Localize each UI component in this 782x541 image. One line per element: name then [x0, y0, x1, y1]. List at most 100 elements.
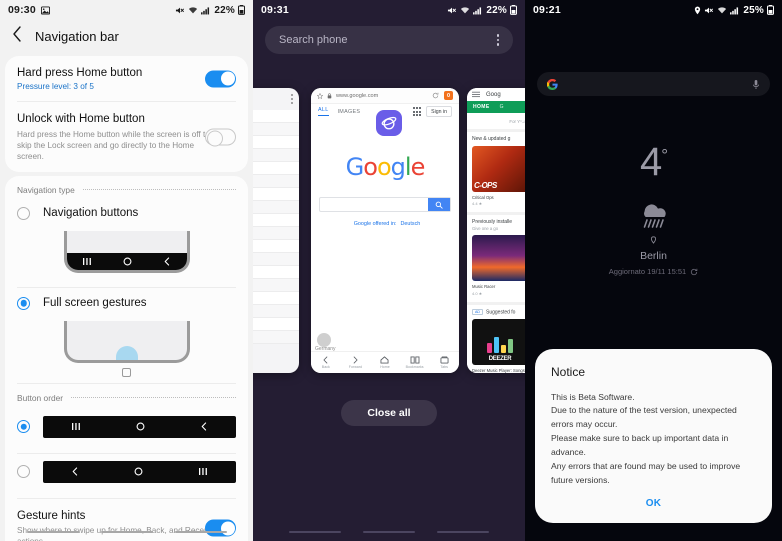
panel-navigation-bar-settings: 09:30 22% Navigation bar Hard press Home…: [0, 0, 253, 541]
gesture-hint-recents[interactable]: [26, 530, 79, 533]
button-order-option-2[interactable]: [17, 454, 236, 490]
gesture-hint-bars[interactable]: [0, 524, 253, 533]
battery-percent: 25%: [743, 4, 764, 16]
browser-bookmarks-button[interactable]: Bookmarks: [400, 356, 430, 369]
browser-bottom-bar[interactable]: Back Forward Home Bookmarks Tabs: [311, 351, 459, 373]
wifi-icon: [717, 6, 727, 15]
gesture-hint-bars[interactable]: [253, 524, 525, 533]
google-g-icon[interactable]: [547, 78, 558, 90]
microphone-icon[interactable]: [752, 79, 760, 90]
location-pin-icon: [525, 236, 782, 244]
browser-home-button[interactable]: Home: [370, 356, 400, 369]
gesture-hint-recents[interactable]: [289, 530, 341, 533]
home-icon: [123, 257, 132, 266]
back-chevron-icon[interactable]: [12, 25, 22, 47]
hamburger-icon[interactable]: [472, 91, 480, 98]
battery-percent: 22%: [214, 4, 235, 16]
home-icon: [134, 467, 143, 476]
recent-card-places[interactable]: Places: [253, 88, 299, 373]
preview-navbar: [66, 252, 187, 270]
play-tab-home[interactable]: HOME: [473, 104, 490, 110]
toggle-unlock-with-home[interactable]: [205, 128, 236, 147]
search-phone-field[interactable]: Search phone: [265, 26, 513, 54]
list-placeholder: [253, 88, 299, 344]
tab-all[interactable]: ALL: [318, 107, 329, 116]
button-order-option-1[interactable]: [17, 409, 236, 445]
app-artwork-music-racer[interactable]: [472, 235, 525, 282]
radio-full-screen-gestures[interactable]: [17, 296, 30, 310]
weather-city: Berlin: [640, 250, 667, 262]
tab-images[interactable]: IMAGES: [338, 109, 361, 115]
play-section-new-updated: New & updated g C-OPS Critical Ops 4.4 ★: [467, 129, 525, 213]
status-bar-clock: 09:30: [8, 4, 36, 16]
browser-back-button[interactable]: Back: [311, 356, 341, 369]
kebab-menu-icon[interactable]: [496, 34, 499, 46]
close-all-button[interactable]: Close all: [341, 400, 437, 426]
dialog-ok-button[interactable]: OK: [551, 488, 756, 513]
toggle-hard-press-home[interactable]: [205, 70, 236, 88]
button-order-preview-2: [43, 460, 236, 483]
avatar[interactable]: [317, 333, 331, 347]
weather-widget[interactable]: 4° Berlin Aggiornato 19/11 15:51: [525, 142, 782, 276]
offered-language-link[interactable]: Deutsch: [400, 221, 420, 227]
play-for-you-chip[interactable]: For You: [467, 113, 525, 129]
play-store-tabs[interactable]: HOME G: [467, 101, 525, 113]
battery-percent: 22%: [486, 4, 507, 16]
wifi-icon: [188, 6, 198, 15]
search-icon[interactable]: [428, 198, 450, 211]
google-search-input[interactable]: [319, 197, 451, 212]
browser-url-bar[interactable]: www.google.com 0: [311, 88, 459, 104]
kebab-menu-icon[interactable]: [291, 94, 293, 104]
tab-count-badge[interactable]: 0: [444, 91, 453, 100]
back-icon: [71, 467, 79, 476]
radio-button-order-1[interactable]: [17, 420, 30, 434]
section-header-navigation-type: Navigation type: [17, 176, 236, 201]
weather-temperature: 4°: [639, 140, 668, 184]
samsung-internet-icon[interactable]: [376, 110, 402, 136]
recent-card-play-store[interactable]: Goog HOME G For You New & updated g C-OP…: [467, 88, 525, 373]
refresh-icon[interactable]: [690, 268, 698, 276]
apps-grid-icon[interactable]: [412, 107, 422, 116]
option-label: Navigation buttons: [43, 207, 139, 220]
signal-icon: [473, 6, 483, 15]
reload-icon[interactable]: [432, 92, 439, 99]
preview-full-screen-gestures: [17, 312, 236, 377]
recents-icon: [82, 257, 92, 266]
setting-row-hard-press-home[interactable]: Hard press Home button Pressure level: 3…: [17, 56, 236, 101]
sign-in-button[interactable]: Sign in: [426, 106, 452, 117]
search-placeholder: Search phone: [279, 34, 348, 46]
rain-cloud-icon: [525, 196, 782, 230]
status-bar-icons: 25%: [694, 5, 774, 16]
setting-row-gesture-hints[interactable]: Gesture hints Show where to swipe up for…: [17, 499, 236, 541]
play-store-header: Goog: [467, 88, 525, 101]
radio-button-order-2[interactable]: [17, 465, 30, 479]
play-for-you-label: For You: [509, 119, 525, 124]
browser-back-label: Back: [321, 365, 330, 369]
dialog-title: Notice: [551, 364, 586, 379]
star-icon[interactable]: [317, 92, 323, 99]
app-artwork-critical-ops[interactable]: C-OPS: [472, 146, 525, 192]
option-navigation-buttons[interactable]: Navigation buttons: [17, 201, 236, 222]
recents-icon: [71, 422, 81, 431]
browser-forward-button[interactable]: Forward: [341, 356, 371, 369]
section-divider: [71, 397, 236, 399]
play-tab-games[interactable]: G: [500, 104, 504, 110]
play-app-name: Music Racer: [472, 284, 496, 290]
app-artwork-deezer[interactable]: DEEZER: [472, 319, 525, 366]
gesture-hint-back[interactable]: [174, 530, 227, 533]
artwork-text: C-OPS: [474, 181, 497, 190]
play-section-title: Previously installe: [472, 219, 513, 226]
back-icon: [200, 422, 208, 431]
google-search-widget[interactable]: [537, 72, 770, 96]
radio-navigation-buttons[interactable]: [17, 206, 30, 220]
battery-icon: [510, 5, 517, 15]
gesture-hint-home[interactable]: [363, 530, 415, 533]
screenshot-root: 09:30 22% Navigation bar Hard press Home…: [0, 0, 782, 541]
home-indicator-square: [64, 367, 190, 377]
gesture-hint-back[interactable]: [437, 530, 489, 533]
dialog-body: This is Beta Software. Due to the nature…: [551, 391, 741, 486]
setting-row-unlock-with-home[interactable]: Unlock with Home button Hard press the H…: [17, 101, 236, 172]
option-full-screen-gestures[interactable]: Full screen gestures: [17, 288, 236, 312]
gesture-hint-home[interactable]: [100, 530, 153, 533]
browser-tabs-button[interactable]: Tabs: [429, 356, 459, 369]
